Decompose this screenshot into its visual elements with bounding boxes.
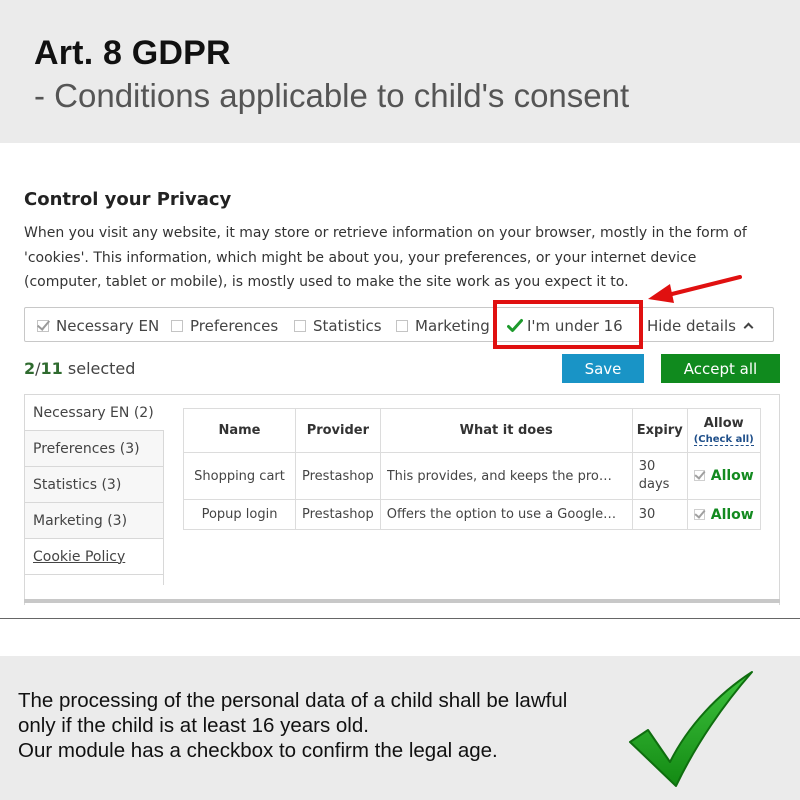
marketing-checkbox[interactable] — [396, 319, 408, 332]
consent-options-bar: Necessary EN Preferences Statistics Mark… — [24, 307, 774, 342]
marketing-option[interactable]: Marketing — [396, 308, 490, 343]
details-section: Necessary EN (2) Preferences (3) Statist… — [24, 394, 780, 605]
sidebar-fill — [25, 575, 164, 585]
cell-allow[interactable]: Allow — [686, 499, 761, 530]
cell-what-text: Offers the option to use a Google Pl... — [386, 507, 619, 522]
col-provider: Provider — [295, 408, 381, 453]
cell-what: Offers the option to use a Google Pl... — [379, 499, 633, 530]
table-row: Popup login Prestashop Offers the option… — [183, 499, 761, 530]
cell-provider: Prestashop — [295, 499, 381, 530]
accept-all-button[interactable]: Accept all — [661, 354, 780, 383]
table-row: Shopping cart Prestashop This provides, … — [183, 452, 761, 500]
selected-number: 2 — [24, 359, 36, 378]
page-subtitle: - Conditions applicable to child's conse… — [34, 77, 630, 114]
big-green-checkmark-icon — [629, 671, 753, 787]
section-divider — [0, 618, 800, 619]
cell-what: This provides, and keeps the product... — [379, 452, 633, 500]
sidebar-item-statistics[interactable]: Statistics (3) — [25, 467, 164, 503]
chevron-up-icon — [743, 322, 754, 333]
cell-allow[interactable]: Allow — [686, 452, 761, 500]
cell-expiry-text: 30 days — [638, 459, 670, 492]
statistics-label: Statistics — [313, 316, 382, 335]
cell-expiry: 30 — [631, 499, 688, 530]
sidebar-item-preferences[interactable]: Preferences (3) — [25, 431, 164, 467]
preferences-option[interactable]: Preferences — [171, 308, 278, 343]
header-band: Art. 8 GDPR - Conditions applicable to c… — [0, 0, 800, 143]
allow-checkbox[interactable] — [693, 470, 705, 481]
necessary-option: Necessary EN — [37, 308, 159, 343]
allow-header: Allow — [703, 415, 744, 431]
col-expiry: Expiry — [631, 408, 688, 453]
highlight-box — [493, 300, 643, 349]
footer-line-2: only if the child is at least 16 years o… — [18, 714, 369, 737]
allow-checkbox[interactable] — [693, 508, 705, 520]
col-allow: Allow (Check all) — [686, 408, 761, 453]
col-name: Name — [183, 408, 296, 453]
cell-name: Popup login — [183, 499, 296, 530]
details-bottom-border — [24, 599, 780, 603]
panel-title: Control your Privacy — [24, 189, 232, 210]
sidebar-item-necessary[interactable]: Necessary EN (2) — [25, 395, 164, 431]
red-arrow-icon — [648, 275, 742, 303]
selected-suffix: selected — [67, 359, 136, 378]
hide-details-toggle[interactable]: Hide details — [647, 308, 754, 343]
necessary-checkbox — [37, 319, 49, 332]
privacy-panel: Control your Privacy When you visit any … — [24, 143, 780, 605]
allow-label: Allow — [710, 468, 754, 484]
statistics-option[interactable]: Statistics — [294, 308, 382, 343]
check-all-link[interactable]: (Check all) — [693, 433, 754, 446]
save-button[interactable]: Save — [562, 354, 644, 383]
footer-line-1: The processing of the personal data of a… — [18, 689, 568, 712]
cookie-policy-link[interactable]: Cookie Policy — [25, 539, 164, 575]
marketing-label: Marketing — [415, 316, 490, 335]
footer-line-3: Our module has a checkbox to confirm the… — [18, 739, 498, 762]
footer-band: The processing of the personal data of a… — [0, 656, 800, 800]
cell-provider: Prestashop — [295, 452, 381, 500]
selected-total: 11 — [40, 359, 63, 378]
category-sidebar: Necessary EN (2) Preferences (3) Statist… — [25, 395, 164, 585]
sidebar-item-marketing[interactable]: Marketing (3) — [25, 503, 164, 539]
cell-name: Shopping cart — [183, 452, 296, 500]
statistics-checkbox[interactable] — [294, 319, 306, 332]
cell-expiry: 30 days — [631, 452, 688, 500]
necessary-label: Necessary EN — [56, 316, 160, 335]
col-what: What it does — [379, 408, 633, 453]
preferences-label: Preferences — [190, 316, 279, 335]
preferences-checkbox[interactable] — [171, 319, 183, 332]
allow-label: Allow — [710, 506, 754, 523]
cookie-table: Name Provider What it does Expiry Allow … — [183, 408, 761, 530]
hide-details-label: Hide details — [647, 316, 736, 335]
page-title: Art. 8 GDPR — [34, 34, 231, 72]
cell-what-text: This provides, and keeps the product... — [386, 468, 619, 484]
footer-text: The processing of the personal data of a… — [18, 688, 567, 763]
selected-count: 2/11 selected — [24, 359, 135, 378]
